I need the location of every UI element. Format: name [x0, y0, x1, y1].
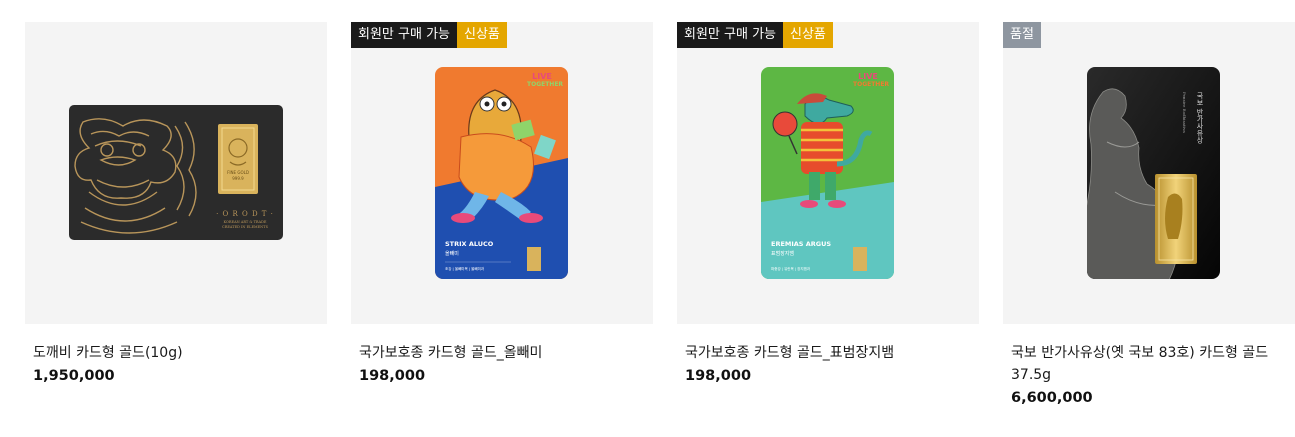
badge-group: 회원만 구매 가능 신상품	[677, 22, 833, 48]
members-only-badge: 회원만 구매 가능	[351, 22, 457, 48]
product-price: 198,000	[685, 368, 752, 384]
species-taxonomy: 파충강 | 유린목 | 장지뱀과	[771, 267, 811, 271]
gold-bar-text: 999.9	[232, 176, 244, 181]
product-name[interactable]: 국가보호종 카드형 골드_표범장지뱀	[685, 342, 965, 364]
product-card-dokkaebi[interactable]: · O R O D T · KOREAN ART & TRADE CREATED…	[25, 22, 327, 384]
product-thumbnail[interactable]: · O R O D T · KOREAN ART & TRADE CREATED…	[25, 22, 327, 324]
product-name[interactable]: 국보 반가사유상(옛 국보 83호) 카드형 골드 37.5g	[1011, 342, 1291, 386]
artwork-subtitle: Pensive Bodhisattva	[1182, 92, 1187, 133]
bodhisattva-card-image	[1087, 67, 1220, 279]
product-thumbnail[interactable]: LIVE TOGETHER EREMIAS ARGUS 표범장지뱀 파충강 | …	[677, 22, 979, 324]
brand-subtext: CREATED IN ELEMENTS	[222, 225, 268, 229]
product-thumbnail[interactable]: LIVE TOGETHER STRIX ALUCO 올빼미 조강 | 올빼미목 …	[351, 22, 653, 324]
owl-card-image	[435, 67, 568, 279]
logo-text: TOGETHER	[853, 81, 890, 88]
artwork-title: 국보 반가사유상	[1196, 92, 1204, 144]
product-card-pensive-bodhisattva[interactable]: 국보 반가사유상 Pensive Bodhisattva 품절 국보 반가사유상…	[1003, 22, 1295, 406]
product-name[interactable]: 도깨비 카드형 골드(10g)	[33, 342, 313, 364]
product-card-owl[interactable]: LIVE TOGETHER STRIX ALUCO 올빼미 조강 | 올빼미목 …	[351, 22, 653, 384]
species-name: STRIX ALUCO	[445, 240, 494, 248]
badge-group: 회원만 구매 가능 신상품	[351, 22, 507, 48]
logo-text: TOGETHER	[527, 81, 564, 88]
product-card-lizard[interactable]: LIVE TOGETHER EREMIAS ARGUS 표범장지뱀 파충강 | …	[677, 22, 979, 384]
product-price: 198,000	[359, 368, 426, 384]
product-grid: · O R O D T · KOREAN ART & TRADE CREATED…	[0, 0, 1295, 437]
logo-text: LIVE	[532, 72, 552, 81]
brand-subtext: KOREAN ART & TRADE	[223, 220, 267, 224]
dokkaebi-card-image	[69, 105, 283, 240]
logo-text: LIVE	[858, 72, 878, 81]
species-korean: 표범장지뱀	[771, 251, 795, 257]
new-product-badge: 신상품	[783, 22, 833, 48]
product-price: 1,950,000	[33, 368, 115, 384]
species-name: EREMIAS ARGUS	[771, 240, 832, 248]
product-price: 6,600,000	[1011, 390, 1093, 406]
species-taxonomy: 조강 | 올빼미목 | 올빼미과	[445, 267, 485, 271]
badge-group: 품절	[1003, 22, 1041, 48]
product-name[interactable]: 국가보호종 카드형 골드_올빼미	[359, 342, 639, 364]
brand-mark: · O R O D T ·	[216, 210, 274, 218]
species-korean: 올빼미	[445, 251, 459, 257]
sold-out-badge: 품절	[1003, 22, 1041, 48]
product-thumbnail[interactable]: 국보 반가사유상 Pensive Bodhisattva 품절	[1003, 22, 1295, 324]
new-product-badge: 신상품	[457, 22, 507, 48]
members-only-badge: 회원만 구매 가능	[677, 22, 783, 48]
lizard-card-image	[761, 67, 894, 279]
